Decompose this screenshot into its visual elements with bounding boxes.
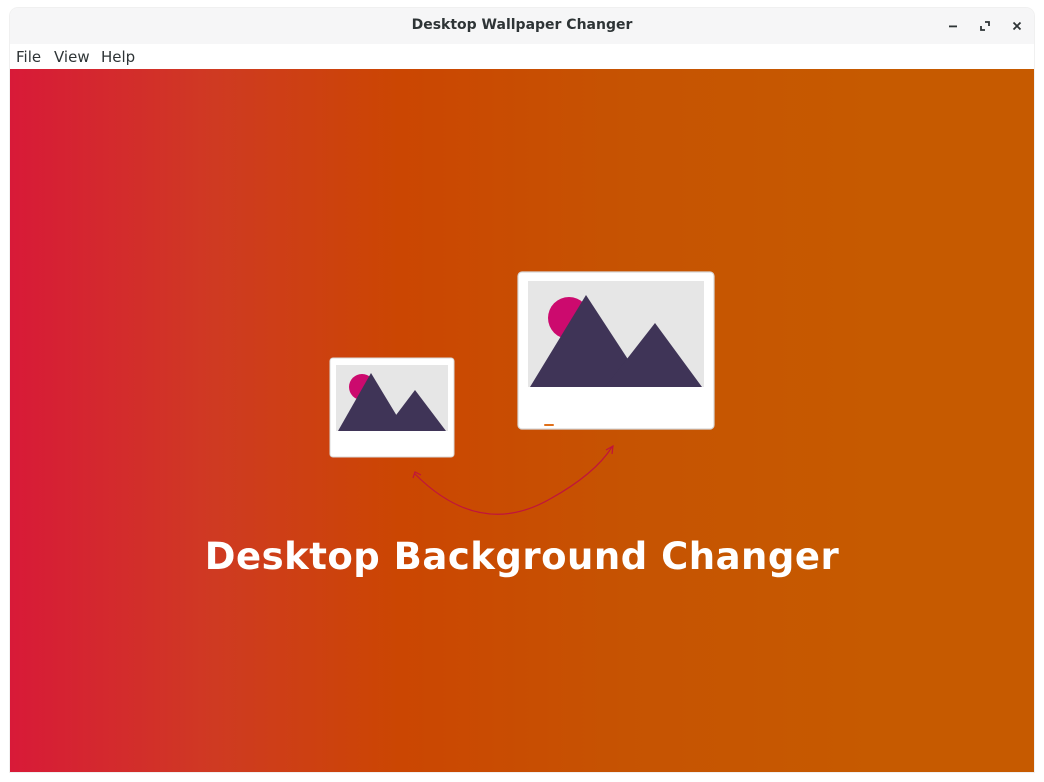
small-picture-frame: [329, 357, 455, 458]
close-button[interactable]: [1006, 15, 1028, 37]
maximize-button[interactable]: [974, 15, 996, 37]
minimize-icon: [949, 25, 957, 28]
menu-file[interactable]: File: [16, 48, 41, 66]
app-window: Desktop Wallpaper Changer File View Help: [10, 8, 1034, 772]
menu-view[interactable]: View: [54, 48, 90, 66]
window-title: Desktop Wallpaper Changer: [411, 17, 633, 33]
app-headline: Desktop Background Changer: [204, 535, 840, 578]
menu-help[interactable]: Help: [101, 48, 135, 66]
maximize-icon: [980, 21, 990, 31]
title-bar[interactable]: Desktop Wallpaper Changer: [10, 8, 1034, 44]
wallpaper-change-illustration: [329, 271, 715, 515]
large-picture-frame: [517, 271, 715, 430]
menu-bar: File View Help: [10, 44, 1034, 69]
minimize-button[interactable]: [942, 15, 964, 37]
wallpaper-preview-area: Desktop Background Changer: [10, 69, 1034, 772]
close-icon: [1012, 21, 1022, 31]
